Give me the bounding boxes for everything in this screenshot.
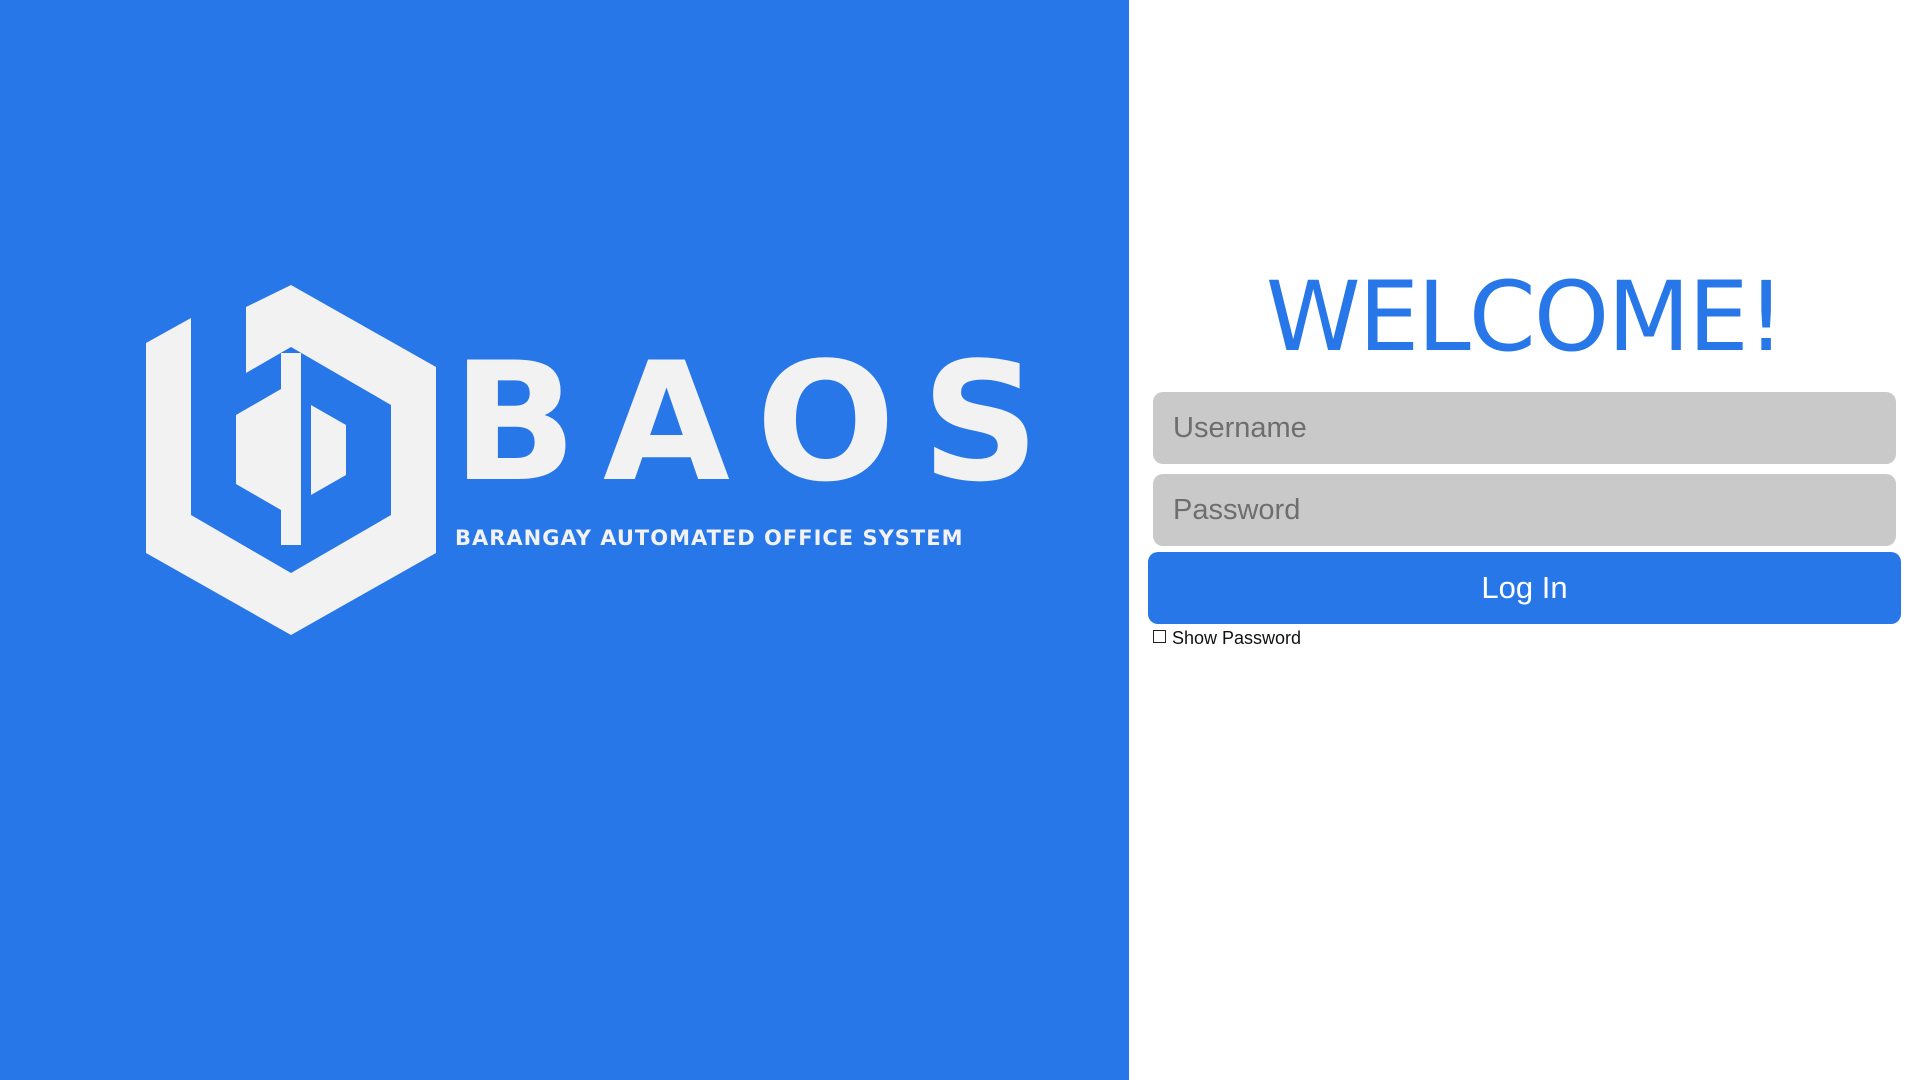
show-password-checkbox[interactable]: [1153, 630, 1166, 643]
baos-logo: BAOS BARANGAY AUTOMATED OFFICE SYSTEM: [136, 285, 1039, 635]
login-button[interactable]: Log In: [1148, 552, 1901, 624]
hexagon-b-logo-icon: [146, 285, 436, 635]
password-input[interactable]: [1153, 474, 1896, 546]
login-page: BAOS BARANGAY AUTOMATED OFFICE SYSTEM WE…: [0, 0, 1920, 1080]
brand-panel: BAOS BARANGAY AUTOMATED OFFICE SYSTEM: [0, 0, 1129, 1080]
brand-tagline: BARANGAY AUTOMATED OFFICE SYSTEM: [455, 526, 964, 550]
login-panel: WELCOME! Log In Show Password: [1129, 0, 1920, 1080]
brand-wordmark: BAOS: [452, 327, 1066, 518]
username-input[interactable]: [1153, 392, 1896, 464]
show-password-toggle[interactable]: Show Password: [1153, 626, 1301, 650]
welcome-heading: WELCOME!: [1265, 261, 1786, 373]
show-password-label: Show Password: [1172, 627, 1302, 648]
